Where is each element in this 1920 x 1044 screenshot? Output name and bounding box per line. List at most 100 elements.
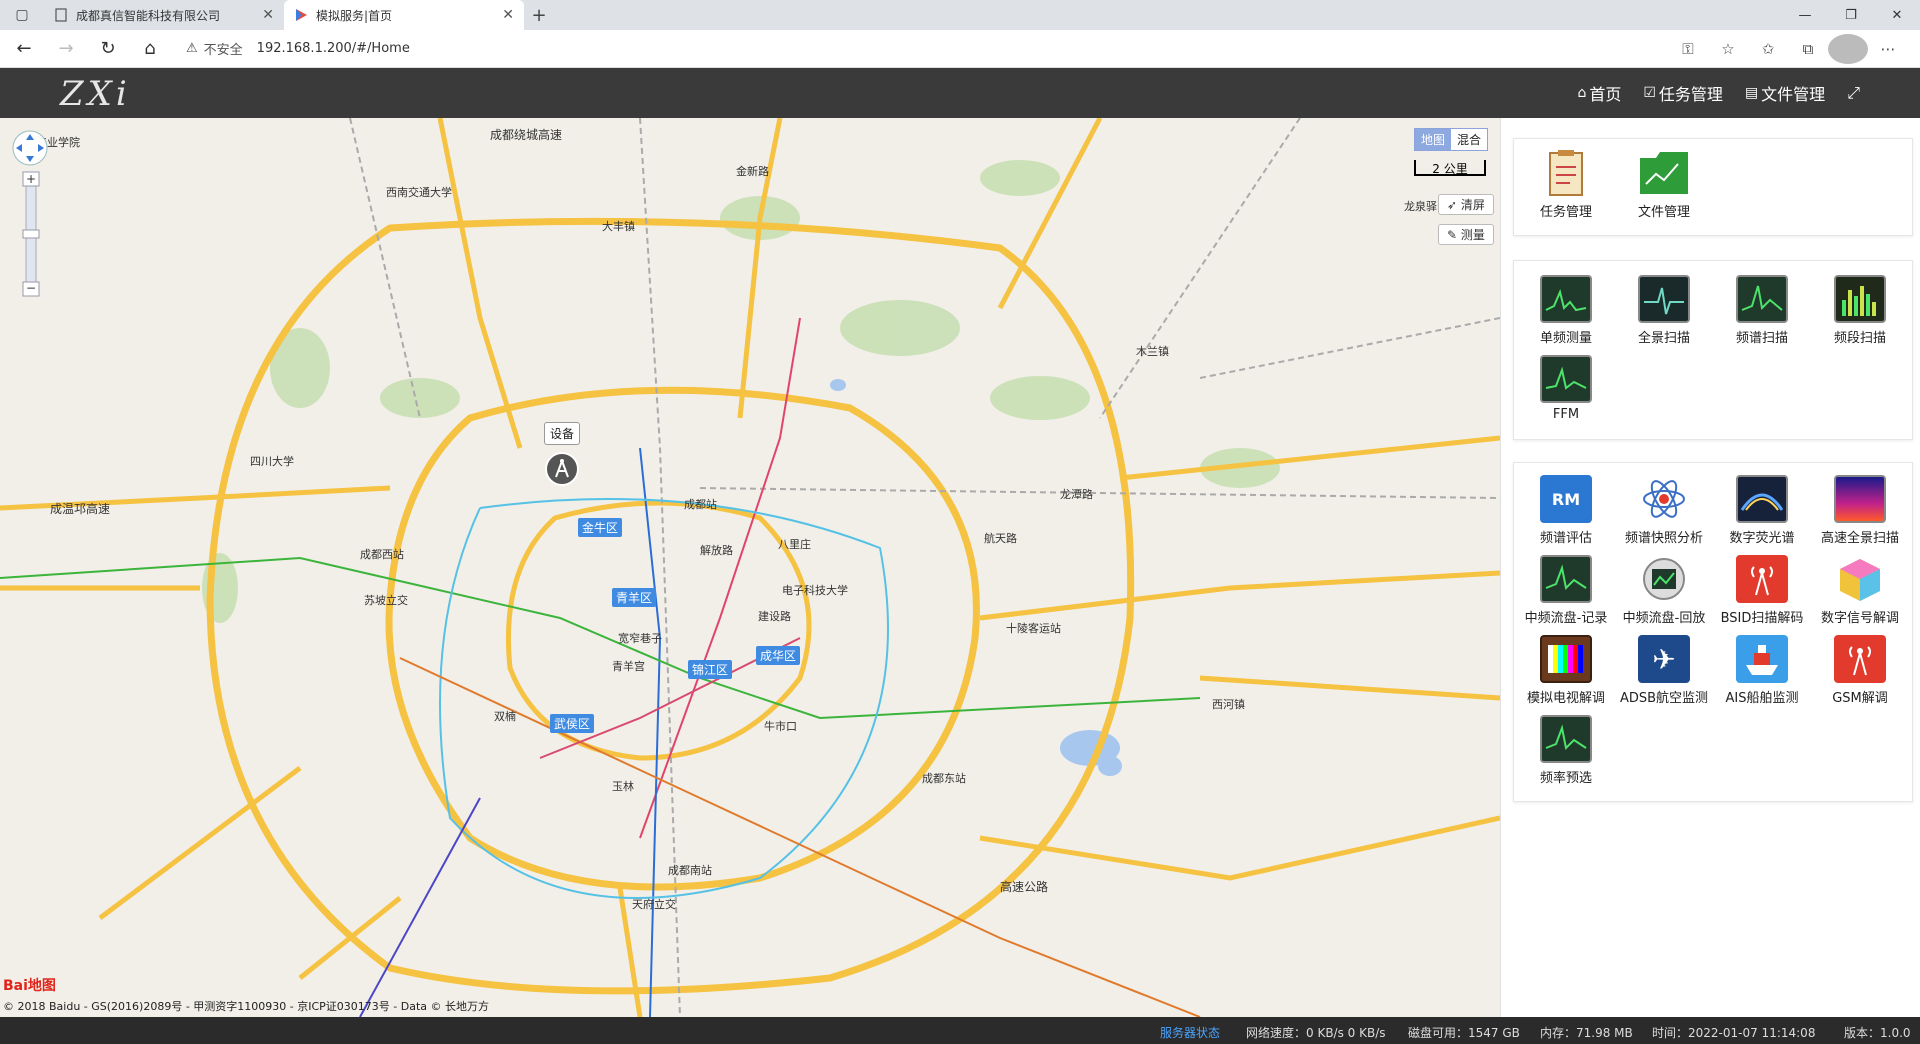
- map-label: 西南交通大学: [386, 186, 452, 199]
- spectrum-scan-icon: [1736, 275, 1788, 323]
- card-measurement: 单频测量 全景扫描 频谱扫描 频段扫描 FFM: [1513, 260, 1913, 440]
- clear-screen-button[interactable]: ➶ 清屏: [1438, 194, 1494, 215]
- app-band-scan[interactable]: 频段扫描: [1812, 275, 1908, 346]
- app-if-playback[interactable]: 中频流盘-回放: [1616, 555, 1712, 626]
- zoom-slider[interactable]: [23, 230, 39, 238]
- map-label: 玉林: [612, 780, 634, 793]
- map-label: 成都站: [684, 498, 717, 511]
- app-label: 频谱扫描: [1735, 331, 1788, 346]
- map-label: 西河镇: [1212, 698, 1245, 711]
- favorites-icon[interactable]: ✩: [1748, 34, 1788, 64]
- url-field[interactable]: ⚠ 不安全 192.168.1.200/#/Home: [186, 39, 410, 58]
- app-label: 高速全景扫描: [1820, 531, 1899, 546]
- map-label: 龙泉驿: [1404, 200, 1437, 213]
- zoom-out-button[interactable]: −: [23, 282, 39, 296]
- home-icon: ⌂: [1577, 85, 1587, 101]
- more-icon[interactable]: ⋯: [1868, 34, 1908, 64]
- restore-icon[interactable]: ❐: [1828, 0, 1874, 30]
- map-type-hybrid[interactable]: 混合: [1451, 129, 1487, 150]
- map-label: 牛市口: [764, 720, 797, 733]
- map-canvas[interactable]: [0, 118, 1500, 1017]
- if-record-icon: [1540, 555, 1592, 603]
- app-task-management[interactable]: 任务管理: [1518, 149, 1614, 220]
- back-icon[interactable]: ←: [6, 33, 42, 65]
- atom-icon: [1638, 475, 1690, 523]
- map-view[interactable]: 成都绕城高速 西南交通大学 四川大学 成都站 八里庄 解放路 建设路 成都东站 …: [0, 118, 1500, 1017]
- favorite-add-icon[interactable]: ☆: [1708, 34, 1748, 64]
- home-browser-icon[interactable]: ⌂: [132, 33, 168, 65]
- task-notepad-icon: [1540, 149, 1592, 197]
- nav-file-management[interactable]: ▤ 文件管理: [1745, 81, 1825, 105]
- spectrum-monitor-icon: [1540, 275, 1592, 323]
- profile-avatar[interactable]: [1828, 34, 1868, 64]
- close-icon[interactable]: ✕: [262, 7, 274, 23]
- map-scale: 2 公里: [1414, 160, 1486, 176]
- map-label: 成温邛高速: [50, 502, 111, 516]
- app-ais[interactable]: AIS船舶监测: [1714, 635, 1810, 706]
- app-label: FFM: [1552, 407, 1580, 422]
- map-label: 八里庄: [778, 538, 811, 551]
- app-panorama-scan[interactable]: 全景扫描: [1616, 275, 1712, 346]
- device-label[interactable]: 设备: [544, 422, 581, 445]
- browser-tab-home[interactable]: 模拟服务|首页 ✕: [284, 0, 524, 30]
- app-analog-tv[interactable]: 模拟电视解调: [1518, 635, 1614, 706]
- app-spectrum-scan[interactable]: 频谱扫描: [1714, 275, 1810, 346]
- district-badge: 金牛区: [578, 518, 623, 537]
- refresh-icon[interactable]: ↻: [90, 33, 126, 65]
- fullscreen-icon[interactable]: ⤢: [1847, 83, 1860, 103]
- close-icon[interactable]: ✕: [502, 7, 514, 23]
- map-type-map[interactable]: 地图: [1415, 129, 1452, 150]
- map-label: 青羊宫: [612, 660, 645, 673]
- map-label: 建设路: [758, 610, 791, 623]
- app-file-management[interactable]: 文件管理: [1616, 149, 1712, 220]
- tab-actions-icon[interactable]: ▢: [0, 0, 44, 30]
- map-label: 双楠: [494, 710, 516, 723]
- app-adsb[interactable]: ✈ ADSB航空监测: [1616, 635, 1712, 706]
- server-status-link[interactable]: 服务器状态: [1160, 1024, 1220, 1041]
- nav-task-management[interactable]: ☑ 任务管理: [1643, 81, 1723, 105]
- map-label: 十陵客运站: [1006, 622, 1061, 635]
- band-scan-icon: [1834, 275, 1886, 323]
- app-label: 数字荧光谱: [1729, 531, 1795, 546]
- warning-icon: ⚠: [186, 41, 198, 56]
- zoom-in-button[interactable]: +: [23, 172, 39, 186]
- measure-button[interactable]: ✎ 测量: [1438, 224, 1494, 245]
- tab-label: 成都真信智能科技有限公司: [76, 8, 221, 23]
- browser-tab-company[interactable]: 成都真信智能科技有限公司 ✕: [44, 0, 284, 30]
- app-digital-demod[interactable]: 数字信号解调: [1812, 555, 1908, 626]
- app-header: ZXi ⌂ 首页 ☑ 任务管理 ▤ 文件管理 ⤢: [0, 68, 1920, 118]
- map-label: 大丰镇: [602, 220, 635, 233]
- app-if-record[interactable]: 中频流盘-记录: [1518, 555, 1614, 626]
- app-label: 文件管理: [1637, 205, 1690, 220]
- map-label: 金新路: [736, 165, 769, 178]
- app-single-freq[interactable]: 单频测量: [1518, 275, 1614, 346]
- folder-chart-icon: [1638, 149, 1690, 197]
- map-label: 四川大学: [250, 455, 294, 468]
- minimize-icon[interactable]: —: [1782, 0, 1828, 30]
- app-ffm[interactable]: FFM: [1518, 355, 1614, 422]
- new-tab-icon[interactable]: +: [524, 0, 554, 30]
- app-gsm[interactable]: GSM解调: [1812, 635, 1908, 706]
- if-playback-icon: [1638, 555, 1690, 603]
- app-spectrum-snapshot[interactable]: 频谱快照分析: [1616, 475, 1712, 546]
- key-icon[interactable]: ⚿: [1668, 34, 1708, 64]
- file-icon: ▤: [1744, 85, 1759, 101]
- forward-icon[interactable]: →: [48, 33, 84, 65]
- app-digital-phosphor[interactable]: 数字荧光谱: [1714, 475, 1810, 546]
- measure-label: 测量: [1460, 228, 1485, 242]
- app-bsid-scan[interactable]: BSID扫描解码: [1714, 555, 1810, 626]
- tv-icon: [1540, 635, 1592, 683]
- app-spectrum-evaluate[interactable]: RM 频谱评估: [1518, 475, 1614, 546]
- app-high-speed-scan[interactable]: 高速全景扫描: [1812, 475, 1908, 546]
- app-freq-preselect[interactable]: 频率预选: [1518, 715, 1614, 786]
- pan-control[interactable]: [12, 130, 48, 166]
- collections-icon[interactable]: ⧉: [1788, 34, 1828, 64]
- map-label: 高速公路: [1000, 880, 1049, 894]
- map-label: 航天路: [984, 532, 1017, 545]
- card-management: 任务管理 文件管理: [1513, 138, 1913, 236]
- baidu-logo: Bai地图: [3, 978, 56, 994]
- network-speed: 网络速度：0 KB/s 0 KB/s: [1246, 1026, 1386, 1040]
- ffm-monitor-icon: [1540, 355, 1592, 403]
- nav-home[interactable]: ⌂ 首页: [1577, 81, 1621, 105]
- close-window-icon[interactable]: ✕: [1874, 0, 1920, 30]
